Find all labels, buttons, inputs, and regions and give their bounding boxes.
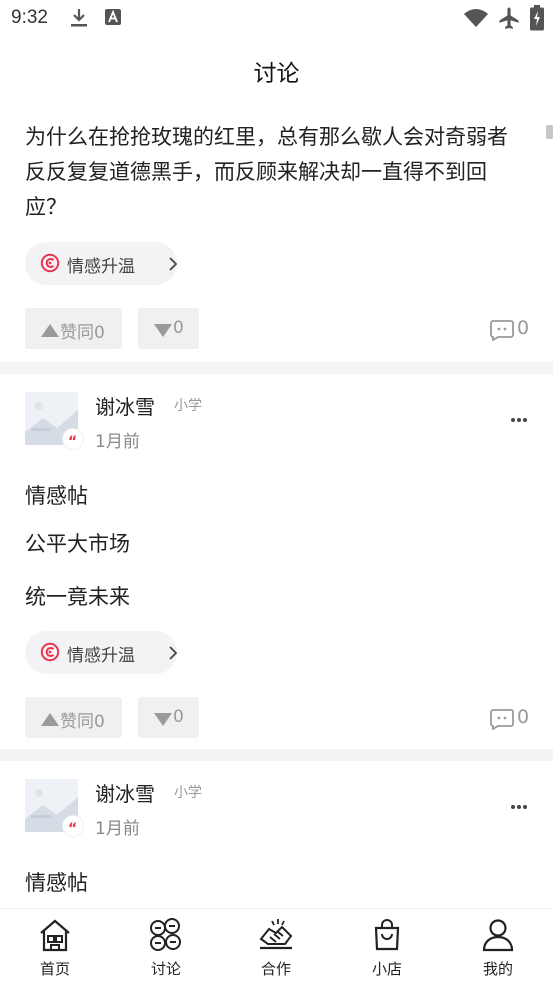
down-triangle-icon [154,322,172,341]
comment-icon [490,319,514,345]
discussion-icon [148,917,184,953]
shop-bag-icon [369,917,405,953]
battery-icon [530,5,544,35]
download-icon [70,7,88,33]
more-options-icon[interactable] [509,802,529,812]
chevron-right-icon [169,256,178,275]
nav-shop[interactable]: 小店 [347,909,427,984]
topic-icon [40,253,60,273]
avatar[interactable]: “ [25,392,84,450]
user-name[interactable]: 谢冰雪 [95,391,155,420]
topic-icon [40,642,60,662]
bottom-nav: 首页 讨论 合作 小店 我的 [0,908,553,984]
upvote-label: 赞同0 [60,712,105,732]
post-time: 1月前 [95,819,140,839]
feed-list[interactable]: 为什么在抢抢玫瑰的红里，总有那么歇人会对奇弱者反反复复道德黑手，而反顾来解决却一… [0,102,553,908]
post-card[interactable]: “ 谢冰雪 小学 1月前 情感帖 公平大市场 统一竟未来 情感升温 赞同0 0 … [0,374,553,749]
airplane-icon [497,6,521,34]
post-title: 情感帖 [25,871,88,895]
profile-icon [480,917,516,953]
question-text: 为什么在抢抢玫瑰的红里，总有那么歇人会对奇弱者反反复复道德黑手，而反顾来解决却一… [25,125,508,219]
nav-label: 讨论 [150,960,181,978]
page-header: 讨论 [0,38,553,102]
status-bar: 9:32 [0,0,553,38]
question-post[interactable]: 为什么在抢抢玫瑰的红里，总有那么歇人会对奇弱者反反复复道德黑手，而反顾来解决却一… [0,102,553,362]
downvote-count: 0 [173,707,184,727]
comment-button[interactable]: 0 [490,706,535,732]
upvote-label: 赞同0 [60,323,105,343]
downvote-count: 0 [173,318,184,338]
topic-chip[interactable]: 情感升温 [25,631,178,674]
section-divider [0,749,553,761]
post-title: 情感帖 [25,484,88,508]
svg-text:“: “ [68,821,77,837]
user-level: 小学 [174,398,202,414]
topic-label: 情感升温 [67,257,135,277]
post-line: 统一竟未来 [25,585,130,609]
comment-icon [490,708,514,734]
nav-label: 首页 [39,960,70,978]
down-triangle-icon [154,711,172,730]
downvote-button[interactable]: 0 [138,308,199,349]
status-time: 9:32 [11,7,48,28]
topic-chip[interactable]: 情感升温 [25,242,178,285]
upvote-button[interactable]: 赞同0 [25,308,122,349]
up-triangle-icon [41,322,59,341]
a-icon [104,7,122,31]
post-card[interactable]: “ 谢冰雪 小学 1月前 情感帖 [0,761,553,908]
section-divider [0,362,553,374]
page-title: 讨论 [253,61,300,87]
nav-discussion[interactable]: 讨论 [126,909,206,984]
downvote-button[interactable]: 0 [138,697,199,738]
chevron-right-icon [169,645,178,664]
upvote-button[interactable]: 赞同0 [25,697,122,738]
topic-label: 情感升温 [67,646,135,666]
wifi-icon [463,8,489,32]
comment-count: 0 [517,317,530,339]
quote-badge-icon: “ [62,815,84,837]
nav-label: 我的 [482,960,513,978]
post-time: 1月前 [95,432,140,452]
up-triangle-icon [41,711,59,730]
nav-cooperation[interactable]: 合作 [236,909,316,984]
home-icon [37,917,73,953]
more-options-icon[interactable] [509,415,529,425]
user-level: 小学 [174,785,202,801]
nav-label: 小店 [371,960,402,978]
user-name[interactable]: 谢冰雪 [95,778,155,807]
svg-text:“: “ [68,434,77,450]
post-line: 公平大市场 [25,532,130,556]
quote-badge-icon: “ [62,428,84,450]
nav-profile[interactable]: 我的 [458,909,538,984]
comment-count: 0 [517,706,530,728]
cooperation-icon [258,917,294,953]
nav-home[interactable]: 首页 [15,909,95,984]
avatar[interactable]: “ [25,779,84,837]
nav-label: 合作 [260,960,291,978]
comment-button[interactable]: 0 [490,317,535,343]
